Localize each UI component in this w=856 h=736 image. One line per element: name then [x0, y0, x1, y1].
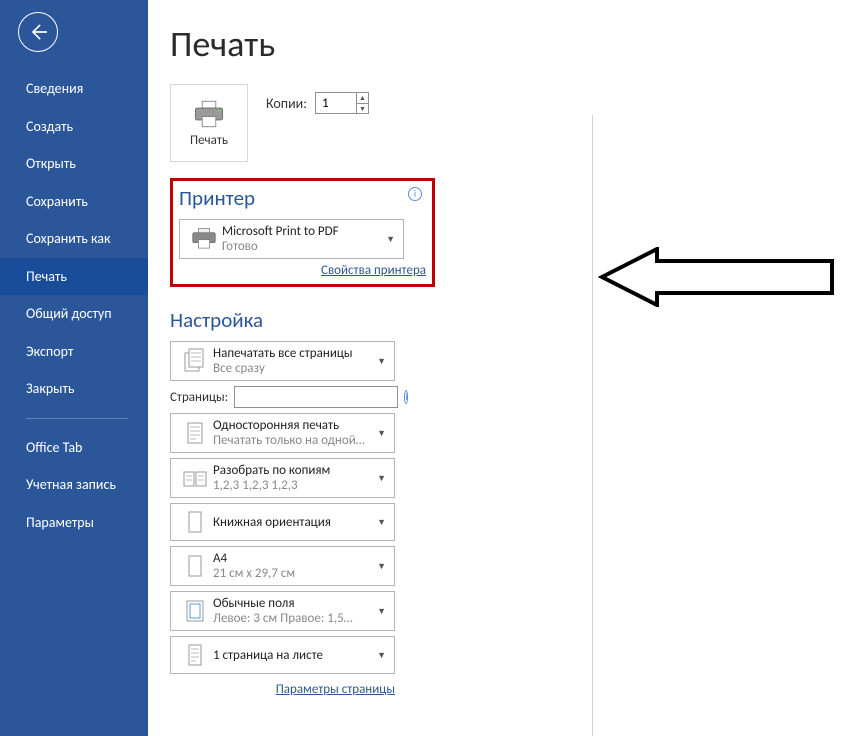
back-button[interactable] [18, 12, 58, 52]
margins-sub: Левое: 3 см Правое: 1,5… [213, 611, 375, 626]
chevron-down-icon: ▼ [375, 606, 388, 617]
collate-dropdown[interactable]: Разобрать по копиям 1,2,3 1,2,3 1,2,3 ▼ [170, 458, 395, 498]
callout-arrow-icon [597, 247, 837, 307]
page-size-icon [177, 552, 213, 580]
printer-device-icon [186, 228, 222, 250]
margins-label: Обычные поля [213, 596, 375, 611]
collate-sub: 1,2,3 1,2,3 1,2,3 [213, 478, 375, 493]
sidebar-item-account[interactable]: Учетная запись [0, 466, 148, 504]
collate-label: Разобрать по копиям [213, 463, 375, 478]
collate-icon [177, 464, 213, 492]
printer-highlight-box: Принтер i Microsoft Print to PDF Готово … [170, 178, 435, 287]
sidebar-item-export[interactable]: Экспорт [0, 333, 148, 371]
sides-dropdown[interactable]: Односторонняя печать Печатать только на … [170, 413, 395, 453]
pages-info-icon[interactable]: i [404, 390, 408, 404]
printer-section-title: Принтер [179, 185, 426, 211]
copies-label: Копии: [266, 95, 307, 112]
vertical-divider [592, 115, 593, 736]
portrait-icon [177, 508, 213, 536]
sidebar-item-officetab[interactable]: Office Tab [0, 429, 148, 467]
sidebar-item-options[interactable]: Параметры [0, 504, 148, 542]
chevron-down-icon: ▼ [375, 517, 388, 528]
sidebar-item-info[interactable]: Сведения [0, 70, 148, 108]
sidebar-item-saveas[interactable]: Сохранить как [0, 220, 148, 258]
print-button[interactable]: Печать [170, 84, 248, 162]
sidebar-separator [26, 418, 128, 419]
main-panel: Печать Печать Копии: ▲▼ Принтер [148, 0, 856, 736]
printer-icon [192, 99, 226, 129]
print-range-dropdown[interactable]: Напечатать все страницы Все сразу ▼ [170, 341, 395, 381]
orientation-label: Книжная ориентация [213, 515, 375, 530]
printer-name: Microsoft Print to PDF [222, 224, 384, 239]
page-settings-link[interactable]: Параметры страницы [170, 682, 395, 697]
backstage-sidebar: Сведения Создать Открыть Сохранить Сохра… [0, 0, 148, 736]
one-side-icon [177, 419, 213, 447]
spinner-down-icon[interactable]: ▼ [356, 104, 368, 114]
margins-dropdown[interactable]: Обычные поля Левое: 3 см Правое: 1,5… ▼ [170, 591, 395, 631]
sides-sub: Печатать только на одной… [213, 433, 375, 448]
pages-all-icon [177, 347, 213, 375]
printer-info-icon[interactable]: i [408, 187, 422, 201]
paper-size-sub: 21 см x 29,7 см [213, 566, 375, 581]
chevron-down-icon: ▼ [375, 650, 388, 661]
sidebar-item-open[interactable]: Открыть [0, 145, 148, 183]
sidebar-item-close[interactable]: Закрыть [0, 370, 148, 408]
printer-dropdown[interactable]: Microsoft Print to PDF Готово ▼ [179, 219, 404, 259]
spinner-up-icon[interactable]: ▲ [356, 93, 368, 104]
one-page-per-sheet-icon [177, 641, 213, 669]
chevron-down-icon: ▼ [375, 473, 388, 484]
sidebar-item-new[interactable]: Создать [0, 108, 148, 146]
chevron-down-icon: ▼ [375, 356, 388, 367]
pages-label: Страницы: [170, 390, 228, 405]
sidebar-item-print[interactable]: Печать [0, 258, 148, 296]
paper-size-dropdown[interactable]: A4 21 см x 29,7 см ▼ [170, 546, 395, 586]
print-range-sub: Все сразу [213, 361, 375, 376]
chevron-down-icon: ▼ [384, 234, 397, 245]
pages-input[interactable] [234, 386, 398, 408]
chevron-down-icon: ▼ [375, 561, 388, 572]
orientation-dropdown[interactable]: Книжная ориентация ▼ [170, 503, 395, 541]
sides-label: Односторонняя печать [213, 418, 375, 433]
printer-status: Готово [222, 239, 384, 254]
print-range-label: Напечатать все страницы [213, 346, 375, 361]
sidebar-item-share[interactable]: Общий доступ [0, 295, 148, 333]
print-button-label: Печать [190, 133, 228, 148]
margins-icon [177, 597, 213, 625]
pages-per-sheet-dropdown[interactable]: 1 страница на листе ▼ [170, 636, 395, 674]
pages-per-sheet-label: 1 страница на листе [213, 648, 375, 663]
printer-properties-link[interactable]: Свойства принтера [179, 263, 426, 278]
copies-spinner[interactable]: ▲▼ [315, 92, 369, 114]
paper-size-label: A4 [213, 551, 375, 566]
chevron-down-icon: ▼ [375, 428, 388, 439]
page-title: Печать [170, 22, 834, 66]
sidebar-item-save[interactable]: Сохранить [0, 183, 148, 221]
settings-section-title: Настройка [170, 307, 834, 333]
back-arrow-icon [28, 22, 48, 42]
